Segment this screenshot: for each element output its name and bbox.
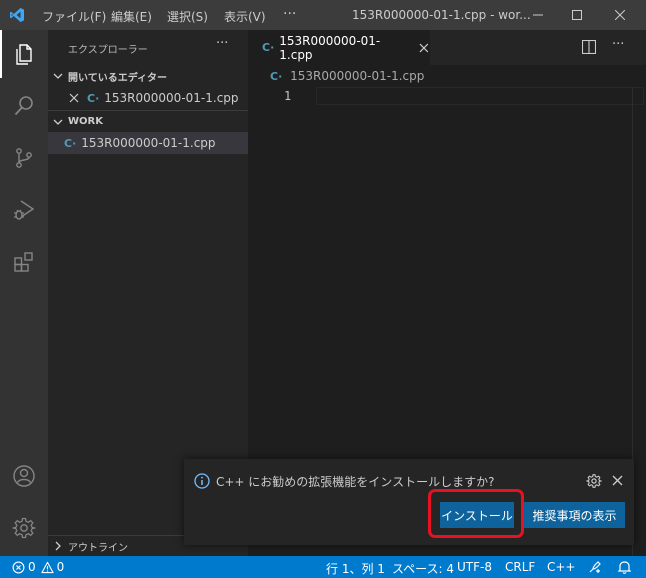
explorer-activity[interactable]	[0, 30, 48, 78]
title-bar: ファイル(F) 編集(E) 選択(S) 表示(V) ··· 153R000000…	[0, 0, 646, 30]
extensions-icon	[14, 252, 33, 272]
close-notification-icon[interactable]	[612, 475, 623, 486]
close-window-button[interactable]	[600, 0, 640, 30]
code-editor-line[interactable]	[316, 87, 644, 105]
chevron-down-icon	[53, 73, 63, 79]
notifications-bell-icon[interactable]	[618, 560, 631, 574]
menu-file[interactable]: ファイル(F)	[42, 8, 106, 25]
open-editors-header[interactable]: 開いているエディター	[48, 65, 248, 87]
settings-gear-icon	[12, 517, 36, 539]
cpp-file-icon: C·	[64, 136, 77, 150]
indentation-status[interactable]: スペース: 4	[392, 560, 454, 577]
warning-icon	[41, 561, 54, 573]
encoding-status[interactable]: UTF-8	[457, 560, 492, 574]
split-editor-icon[interactable]	[582, 40, 596, 54]
warning-count: 0	[56, 560, 65, 574]
account-icon	[13, 465, 35, 487]
explorer-more-actions[interactable]: ···	[216, 36, 228, 51]
close-icon	[615, 10, 625, 20]
cpp-file-icon: C·	[87, 91, 100, 105]
open-editor-item[interactable]: C· 153R000000-01-1.cpp	[48, 87, 248, 109]
run-debug-icon	[14, 200, 35, 220]
cpp-file-icon: C·	[262, 41, 275, 54]
error-icon	[12, 561, 25, 573]
info-icon	[194, 473, 210, 489]
editor-tab-bar: C· 153R000000-01-1.cpp ···	[248, 30, 646, 65]
vscode-logo-icon	[10, 8, 24, 22]
menu-edit[interactable]: 編集(E)	[111, 8, 152, 25]
workspace-filename: 153R000000-01-1.cpp	[81, 136, 216, 150]
notification-message: C++ にお勧めの拡張機能をインストールしますか?	[216, 475, 495, 489]
language-mode[interactable]: C++	[547, 560, 576, 574]
status-bar: 0 0 行 1、列 1 スペース: 4 UTF-8 CRLF C++	[0, 556, 646, 578]
workspace-label: WORK	[68, 116, 103, 127]
workspace-file-item[interactable]: C· 153R000000-01-1.cpp	[48, 132, 248, 154]
chevron-right-icon	[55, 541, 61, 551]
show-recommendations-button[interactable]: 推奨事項の表示	[524, 502, 625, 528]
open-editor-filename: 153R000000-01-1.cpp	[104, 91, 239, 105]
maximize-button[interactable]	[557, 0, 597, 30]
editor-more-actions[interactable]: ···	[612, 37, 624, 52]
explorer-title: エクスプローラー	[68, 45, 148, 56]
search-icon	[14, 96, 33, 116]
cursor-position[interactable]: 行 1、列 1	[326, 560, 385, 577]
minimize-button[interactable]	[518, 0, 558, 30]
menu-view[interactable]: 表示(V)	[224, 8, 266, 25]
source-control-icon	[16, 148, 32, 168]
close-tab-icon[interactable]	[418, 42, 430, 54]
search-activity[interactable]	[0, 82, 48, 130]
editor-tab[interactable]: C· 153R000000-01-1.cpp	[248, 30, 430, 65]
outline-label: アウトライン	[68, 542, 128, 554]
menu-selection[interactable]: 選択(S)	[167, 8, 208, 25]
line-number: 1	[284, 89, 292, 103]
editor-scrollbar[interactable]	[632, 87, 646, 556]
workspace-header[interactable]: WORK	[48, 110, 248, 132]
tab-filename: 153R000000-01-1.cpp	[279, 33, 381, 62]
maximize-icon	[572, 10, 582, 20]
feedback-icon[interactable]	[588, 560, 602, 574]
menu-more[interactable]: ···	[283, 6, 296, 22]
breadcrumb[interactable]: C· 153R000000-01-1.cpp	[270, 69, 424, 83]
close-editor-icon[interactable]	[68, 92, 80, 104]
open-editors-label: 開いているエディター	[68, 72, 167, 84]
extensions-activity[interactable]	[0, 238, 48, 286]
highlight-annotation	[428, 489, 524, 538]
error-count: 0	[28, 560, 36, 574]
cpp-file-icon: C·	[270, 70, 283, 83]
manage-activity[interactable]	[0, 504, 48, 552]
notification-settings-icon[interactable]	[586, 473, 602, 489]
activity-bar	[0, 30, 48, 556]
run-debug-activity[interactable]	[0, 186, 48, 234]
chevron-down-icon	[53, 119, 63, 125]
breadcrumb-filename: 153R000000-01-1.cpp	[290, 69, 425, 83]
source-control-activity[interactable]	[0, 134, 48, 182]
minimize-icon	[533, 14, 543, 16]
eol-status[interactable]: CRLF	[505, 560, 535, 574]
window-title: 153R000000-01-1.cpp - wor...	[352, 8, 531, 22]
accounts-activity[interactable]	[0, 452, 48, 500]
files-icon	[16, 44, 32, 65]
problems-status[interactable]: 0 0	[12, 560, 64, 574]
extension-recommendation-toast: C++ にお勧めの拡張機能をインストールしますか? インストール 推奨事項の表示	[184, 459, 634, 545]
